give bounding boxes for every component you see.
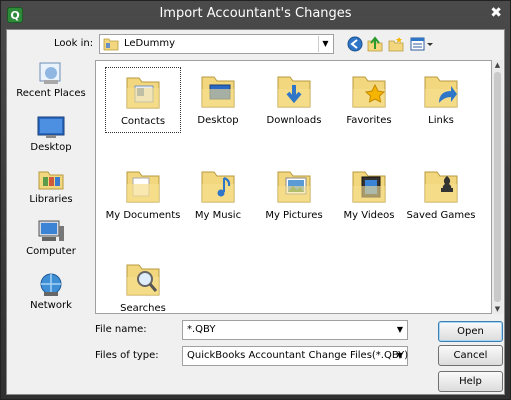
file-type-select[interactable]: QuickBooks Accountant Change Files(*.QBY… — [182, 346, 408, 366]
music-folder-icon — [201, 171, 235, 203]
place-network[interactable]: Network — [13, 272, 89, 322]
item-label: My Music — [194, 210, 242, 221]
vertical-scrollbar[interactable]: ▲ ▼ — [492, 60, 503, 314]
help-button[interactable]: Help — [438, 371, 503, 392]
pictures-folder-icon — [277, 171, 311, 203]
chevron-down-icon[interactable]: ▼ — [394, 348, 406, 364]
new-folder-icon[interactable] — [388, 36, 404, 52]
folder-item-my-videos[interactable]: My Videos — [331, 162, 407, 228]
searches-folder-icon — [126, 264, 160, 296]
folder-item-saved-games[interactable]: Saved Games — [403, 162, 479, 228]
saved-games-folder-icon — [424, 171, 458, 203]
item-label: Downloads — [266, 115, 322, 126]
place-desktop[interactable]: Desktop — [13, 114, 89, 164]
folder-item-searches[interactable]: Searches — [105, 255, 181, 314]
back-icon[interactable] — [347, 36, 363, 52]
file-name-value: *.QBY — [187, 324, 216, 335]
close-button[interactable]: ✖ — [490, 5, 502, 21]
dialog-title: Import Accountant's Changes — [159, 6, 352, 21]
item-label: Links — [428, 115, 454, 126]
open-button[interactable]: Open — [438, 321, 503, 342]
folder-item-my-pictures[interactable]: My Pictures — [256, 162, 332, 228]
contacts-folder-icon — [126, 77, 160, 109]
item-label: My Videos — [343, 210, 395, 221]
place-label: Desktop — [30, 142, 72, 153]
place-label: Network — [30, 300, 72, 311]
folder-item-favorites[interactable]: Favorites — [331, 67, 407, 133]
folder-item-links[interactable]: Links — [403, 67, 479, 133]
chevron-down-icon[interactable]: ▼ — [394, 322, 406, 338]
videos-folder-icon — [352, 171, 386, 203]
file-type-value: QuickBooks Accountant Change Files(*.QBY… — [187, 350, 409, 361]
file-list-view[interactable]: Contacts Desktop Downloads Favorites Lin… — [95, 60, 492, 314]
place-label: Libraries — [29, 194, 73, 205]
folder-item-my-documents[interactable]: My Documents — [105, 162, 181, 228]
item-label: My Pictures — [265, 210, 323, 221]
chevron-down-icon[interactable]: ▼ — [318, 36, 332, 52]
desktop-folder-icon — [201, 76, 235, 108]
computer-icon — [38, 220, 64, 241]
scroll-thumb[interactable] — [494, 72, 501, 302]
item-label: Contacts — [120, 116, 166, 127]
cancel-button[interactable]: Cancel — [438, 345, 503, 366]
places-bar: Recent Places Desktop Libraries Computer… — [13, 60, 89, 330]
import-dialog: Q Import Accountant's Changes ✖ Look in:… — [0, 0, 511, 400]
scroll-down-icon[interactable]: ▼ — [492, 304, 503, 314]
item-label: My Documents — [105, 210, 181, 221]
up-folder-icon[interactable] — [367, 36, 383, 52]
place-label: Recent Places — [16, 88, 86, 99]
folder-item-desktop[interactable]: Desktop — [180, 67, 256, 133]
recent-places-icon — [39, 62, 61, 84]
item-label: Saved Games — [406, 210, 476, 221]
item-label: Favorites — [346, 115, 392, 126]
scroll-up-icon[interactable]: ▲ — [492, 60, 503, 70]
folder-item-downloads[interactable]: Downloads — [256, 67, 332, 133]
look-in-value: LeDummy — [124, 38, 175, 49]
place-label: Computer — [26, 246, 76, 257]
look-in-dropdown[interactable]: LeDummy ▼ — [99, 34, 334, 54]
file-name-label: File name: — [95, 324, 147, 335]
downloads-folder-icon — [277, 76, 311, 108]
network-icon — [40, 273, 62, 296]
file-type-label: Files of type: — [95, 350, 159, 361]
look-in-label: Look in: — [54, 38, 94, 49]
documents-folder-icon — [126, 171, 160, 203]
place-libraries[interactable]: Libraries — [13, 166, 89, 216]
place-recent-places[interactable]: Recent Places — [13, 60, 89, 110]
views-menu-icon[interactable] — [410, 36, 434, 52]
title-bar[interactable]: Q Import Accountant's Changes ✖ — [1, 1, 510, 29]
dialog-client-area: Look in: LeDummy ▼ Recent Places Desktop… — [6, 29, 505, 395]
links-folder-icon — [424, 76, 458, 108]
place-computer[interactable]: Computer — [13, 218, 89, 268]
libraries-icon — [38, 171, 64, 190]
folder-item-contacts[interactable]: Contacts — [105, 67, 181, 133]
favorites-folder-icon — [352, 76, 386, 108]
item-label: Searches — [120, 303, 166, 314]
desktop-icon — [37, 116, 65, 138]
folder-item-my-music[interactable]: My Music — [180, 162, 256, 228]
file-name-input[interactable]: *.QBY ▼ — [182, 320, 408, 340]
folder-icon — [103, 38, 119, 51]
item-label: Desktop — [197, 115, 239, 126]
